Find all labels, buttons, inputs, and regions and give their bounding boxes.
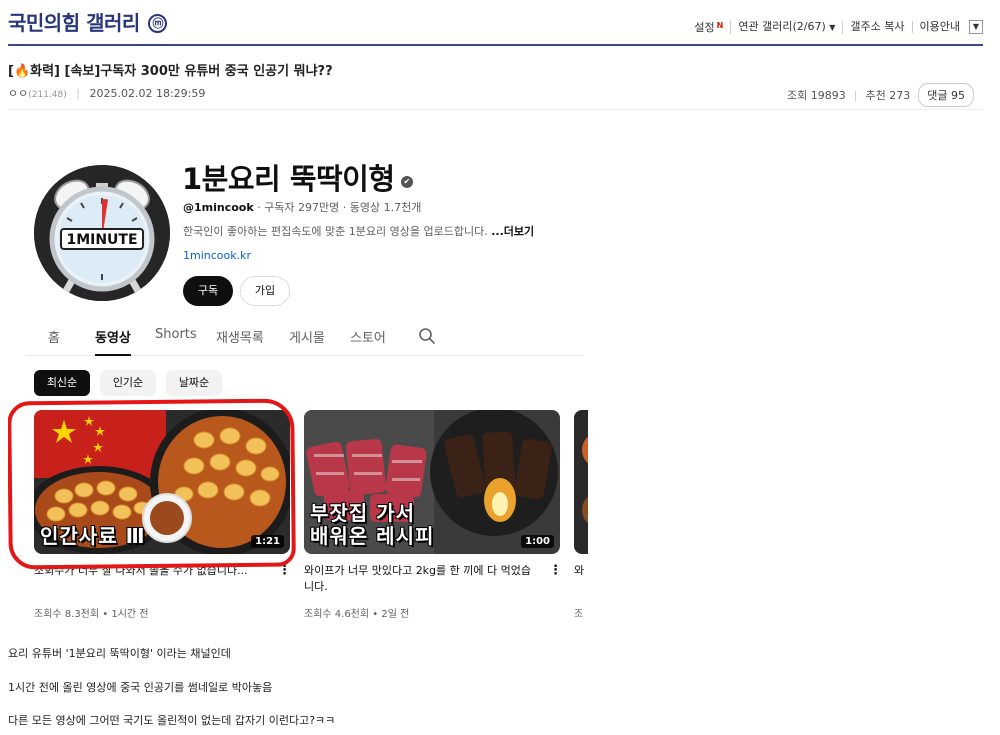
video-meta: 조회수 8.3천회 • 1시간 전 bbox=[34, 609, 149, 620]
subscribe-button[interactable]: 구독 bbox=[183, 276, 233, 306]
body-text: 다른 모든 영상에 그어떤 국기도 올린적이 없는데 갑자기 이런다고?ㅋㅋ bbox=[8, 714, 336, 727]
thumbnail-overlay-text: 부잣집 가서 배워온 레시피 bbox=[310, 502, 434, 548]
related-gallery-link[interactable]: 연관 갤러리(2/67) ▼ bbox=[731, 19, 844, 34]
channel-tabs: 홈 동영상 Shorts 재생목록 게시물 스토어 bbox=[26, 325, 584, 356]
chip-popular[interactable]: 인기순 bbox=[100, 370, 156, 396]
recommend-label: 추천 bbox=[865, 89, 886, 102]
thumbnail-overlay-line: 부잣집 가서 bbox=[310, 501, 415, 525]
reply-button[interactable]: 댓글 95 bbox=[918, 83, 974, 107]
settings-label: 설정 bbox=[694, 21, 715, 34]
search-icon[interactable] bbox=[418, 327, 436, 345]
body-text: 1시간 전에 올린 영상에 중국 인공기를 썸네일로 박아놓음 bbox=[8, 681, 273, 694]
video-thumbnail[interactable] bbox=[574, 410, 588, 554]
minor-gallery-icon: ⓜ bbox=[148, 14, 168, 33]
tab-posts[interactable]: 게시물 bbox=[289, 327, 325, 356]
post-title-text: [속보]구독자 300만 유튜버 중국 인공기 뭐냐?? bbox=[64, 64, 333, 79]
author-ip: (211.48) bbox=[28, 90, 67, 100]
chip-oldest[interactable]: 날짜순 bbox=[166, 370, 222, 396]
dropdown-icon[interactable]: ▼ bbox=[969, 20, 983, 34]
guide-link[interactable]: 이용안내 bbox=[913, 21, 967, 33]
post-tag: [🔥화력] bbox=[8, 64, 60, 79]
settings-link[interactable]: 설정 N bbox=[687, 20, 732, 34]
meta-separator: | bbox=[853, 88, 858, 102]
channel-description-text: 한국인이 좋아하는 편집속도에 맞춘 1분요리 영상을 업로드합니다. bbox=[183, 225, 492, 238]
meta-separator: | bbox=[76, 87, 80, 100]
related-gallery-label: 연관 갤러리(2/67) bbox=[738, 19, 826, 33]
gallery-header: 국민의힘 갤러리 ⓜ 설정 N 연관 갤러리(2/67) ▼ 갤주소 복사 이용안… bbox=[8, 0, 983, 46]
copy-url-link[interactable]: 갤주소 복사 bbox=[843, 21, 913, 33]
new-badge: N bbox=[716, 21, 724, 30]
tab-shorts[interactable]: Shorts bbox=[155, 327, 197, 356]
gallery-title[interactable]: 국민의힘 갤러리 ⓜ bbox=[8, 7, 168, 36]
views-label: 조회 bbox=[787, 89, 808, 102]
video-meta: 조 bbox=[574, 609, 584, 620]
body-text: 요리 유튜버 '1분요리 뚝딱이형' 이라는 채널인데 bbox=[8, 647, 231, 660]
recommend-count: 273 bbox=[889, 88, 911, 102]
channel-link[interactable]: 1mincook.kr bbox=[183, 249, 251, 262]
thumbnail-overlay-line: 배워온 레시피 bbox=[310, 524, 435, 548]
more-options-icon[interactable]: ⋮ bbox=[549, 563, 562, 578]
avatar-text: 1MINUTE bbox=[66, 232, 137, 248]
video-duration: 1:00 bbox=[521, 535, 554, 548]
gallery-title-text[interactable]: 국민의힘 갤러리 bbox=[8, 11, 140, 35]
video-thumbnail[interactable]: 부잣집 가서 배워온 레시피 1:00 bbox=[304, 410, 560, 554]
video-title[interactable]: 와 bbox=[574, 563, 588, 579]
channel-name: 1분요리 뚝딱이형 ✔ bbox=[182, 156, 413, 198]
reply-label: 댓글 bbox=[927, 89, 948, 102]
verified-icon: ✔ bbox=[400, 176, 413, 188]
channel-description: 한국인이 좋아하는 편집속도에 맞춘 1분요리 영상을 업로드합니다. ...더… bbox=[183, 223, 534, 239]
caret-down-icon: ▼ bbox=[829, 22, 836, 32]
channel-meta: @1mincook · 구독자 297만명 · 동영상 1.7천개 bbox=[183, 199, 421, 215]
views-count: 19893 bbox=[810, 88, 846, 102]
channel-name-text: 1분요리 뚝딱이형 bbox=[182, 162, 395, 196]
post-datetime: 2025.02.02 18:29:59 bbox=[89, 87, 206, 100]
more-link[interactable]: ...더보기 bbox=[491, 225, 534, 238]
youtube-screenshot: 1MINUTE 1분요리 뚝딱이형 ✔ @1mincook · 구독자 297만명… bbox=[8, 120, 588, 635]
post-meta: ㅇㅇ(211.48) | 2025.02.02 18:29:59 조회 1989… bbox=[8, 83, 974, 107]
tab-playlists[interactable]: 재생목록 bbox=[216, 327, 264, 356]
channel-stats: · 구독자 297만명 · 동영상 1.7천개 bbox=[253, 201, 422, 214]
video-title[interactable]: 와이프가 너무 맛있다고 2kg를 한 끼에 다 먹었습니다. bbox=[304, 563, 540, 595]
header-divider bbox=[8, 109, 983, 110]
alarm-clock-icon: 1MINUTE bbox=[34, 165, 170, 301]
video-meta: 조회수 4.6천회 • 2일 전 bbox=[304, 609, 410, 620]
tab-store[interactable]: 스토어 bbox=[350, 327, 386, 356]
channel-handle: @1mincook bbox=[183, 201, 254, 214]
join-button[interactable]: 가입 bbox=[240, 276, 290, 306]
post-title: [🔥화력] [속보]구독자 300만 유튜버 중국 인공기 뭐냐?? bbox=[8, 60, 333, 79]
gallery-menu: 설정 N 연관 갤러리(2/67) ▼ 갤주소 복사 이용안내 ▼ bbox=[687, 20, 983, 34]
tab-home[interactable]: 홈 bbox=[48, 327, 60, 356]
food-thumbnail-image bbox=[574, 410, 588, 554]
chip-latest[interactable]: 최신순 bbox=[34, 370, 90, 396]
tab-videos[interactable]: 동영상 bbox=[95, 327, 131, 356]
reply-count: 95 bbox=[951, 89, 965, 102]
channel-avatar[interactable]: 1MINUTE bbox=[34, 165, 170, 301]
red-highlight-circle bbox=[8, 398, 296, 570]
author-name[interactable]: ㅇㅇ bbox=[8, 87, 28, 100]
